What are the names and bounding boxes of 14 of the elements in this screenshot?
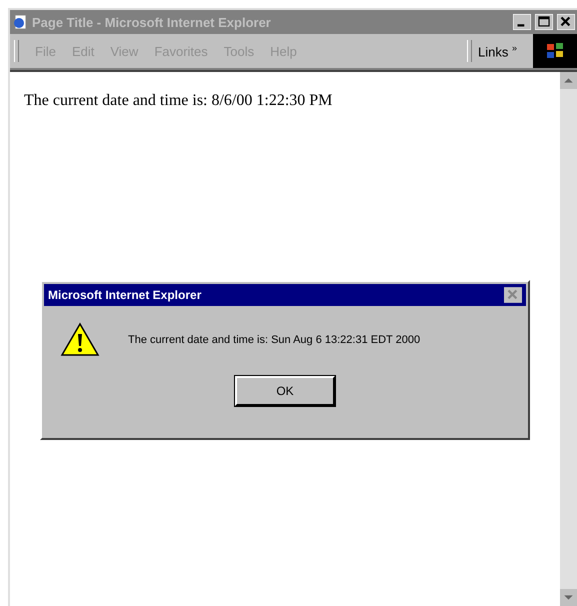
scrollbar[interactable]	[560, 72, 577, 606]
ok-button[interactable]: OK	[235, 376, 335, 406]
minimize-icon[interactable]	[513, 14, 531, 30]
windows-logo-icon	[545, 41, 565, 61]
warning-icon	[60, 322, 100, 358]
scroll-down-icon[interactable]	[560, 589, 577, 606]
close-icon[interactable]	[557, 14, 575, 30]
page-text: The current date and time is: 8/6/00 1:22:30 PM	[24, 92, 334, 110]
dialog-message: The current date and time is: Sun Aug 6 13:22:31 EDT 2000	[128, 334, 420, 346]
maximize-icon[interactable]	[535, 14, 553, 30]
dialog-title: Microsoft Internet Explorer	[48, 288, 202, 302]
scroll-up-icon[interactable]	[560, 72, 577, 89]
window-title: Page Title - Microsoft Internet Explorer	[32, 14, 271, 30]
links-button[interactable]: Links $^{»}$	[478, 42, 517, 60]
